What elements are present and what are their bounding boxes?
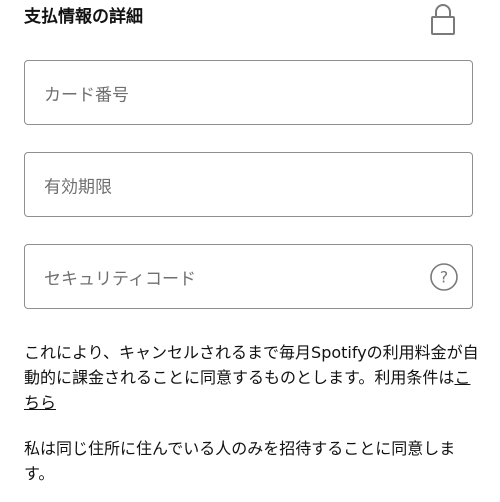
- svg-text:?: ?: [440, 267, 449, 286]
- card-number-field[interactable]: カード番号: [24, 60, 473, 125]
- question-circle-icon[interactable]: ?: [429, 262, 459, 292]
- expiry-date-placeholder: 有効期限: [44, 177, 112, 197]
- security-code-placeholder: セキュリティコード: [44, 269, 196, 289]
- consent-paragraph: 私は同じ住所に住んでいる人のみを招待することに同意します。: [24, 439, 456, 483]
- terms-paragraph: これにより、キャンセルされるまで毎月Spotifyの利用料金が自動的に課金される…: [24, 340, 480, 415]
- expiry-date-field[interactable]: 有効期限: [24, 152, 473, 217]
- security-code-field[interactable]: セキュリティコード ?: [24, 244, 473, 309]
- terms-text: これにより、キャンセルされるまで毎月Spotifyの利用料金が自動的に課金される…: [24, 343, 479, 387]
- payment-details-page: 支払情報の詳細 カード番号 有効期限 セキュリティコード ? これにより、キャン…: [0, 0, 500, 502]
- card-number-placeholder: カード番号: [44, 85, 129, 105]
- lock-icon: [431, 4, 455, 35]
- section-title: 支払情報の詳細: [24, 7, 143, 27]
